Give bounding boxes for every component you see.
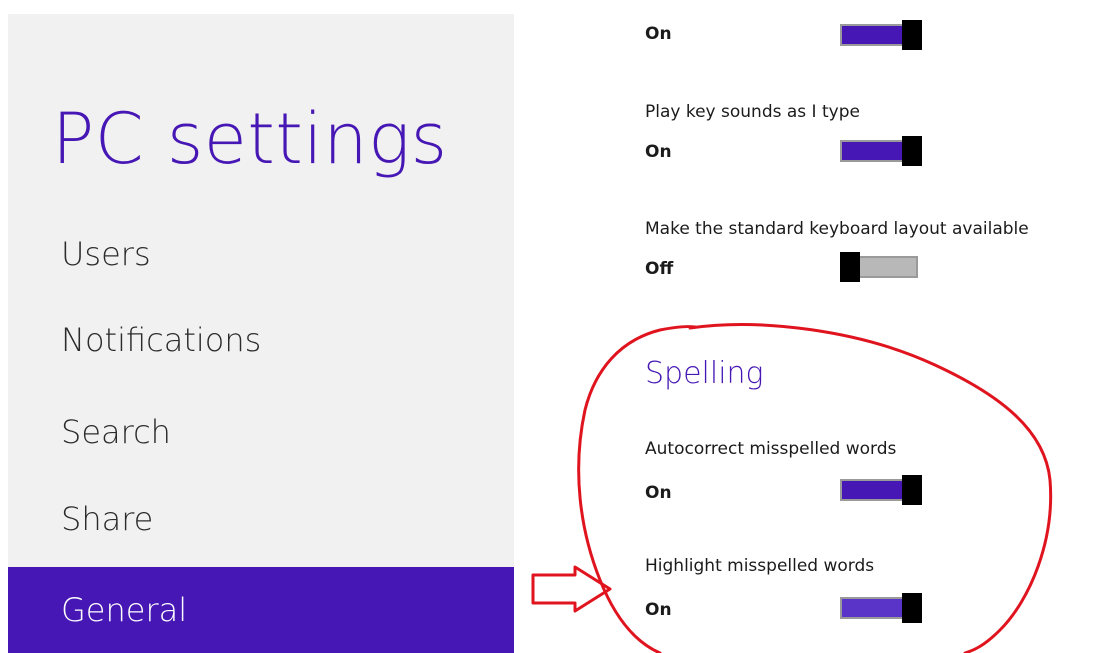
toggle-fill <box>842 481 904 499</box>
arrow-icon <box>531 565 612 613</box>
sidebar-item-label: Users <box>61 235 151 273</box>
setting-label-standard-keyboard: Make the standard keyboard layout availa… <box>645 219 1029 239</box>
toggle-fill <box>860 258 916 276</box>
sidebar-item-label: Share <box>61 500 154 538</box>
setting-label-key-sounds: Play key sounds as I type <box>645 102 860 122</box>
toggle-thumb[interactable] <box>902 475 922 505</box>
toggle-fill <box>842 142 904 160</box>
setting-state-key-sounds: On <box>645 142 672 162</box>
toggle-thumb[interactable] <box>840 252 860 282</box>
toggle-thumb[interactable] <box>902 136 922 166</box>
sidebar-item-general[interactable]: General <box>8 567 514 653</box>
toggle-autocorrect[interactable] <box>840 475 922 505</box>
toggle-fill <box>842 599 904 617</box>
toggle-standard-keyboard[interactable] <box>840 252 922 282</box>
setting-state-autocorrect: On <box>645 483 672 503</box>
toggle-highlight[interactable] <box>840 593 922 623</box>
sidebar-item-label: General <box>61 591 188 629</box>
sidebar-item-search[interactable]: Search <box>8 390 514 474</box>
section-heading-spelling: Spelling <box>645 356 764 391</box>
toggle-thumb[interactable] <box>902 20 922 50</box>
toggle-thumb[interactable] <box>902 593 922 623</box>
sidebar-item-share[interactable]: Share <box>8 477 514 561</box>
setting-state-highlight: On <box>645 600 672 620</box>
page-title: PC settings <box>52 98 448 180</box>
setting-state-standard-keyboard: Off <box>645 259 674 279</box>
toggle-key-sounds[interactable] <box>840 136 922 166</box>
toggle-top[interactable] <box>840 20 922 50</box>
setting-label-highlight: Highlight misspelled words <box>645 556 875 576</box>
setting-state-top: On <box>645 24 672 44</box>
sidebar-item-label: Search <box>61 413 171 451</box>
sidebar-item-notifications[interactable]: Notifications <box>8 298 514 382</box>
setting-label-autocorrect: Autocorrect misspelled words <box>645 439 897 459</box>
toggle-fill <box>842 26 904 44</box>
sidebar-item-users[interactable]: Users <box>8 212 514 296</box>
sidebar-item-label: Notifications <box>61 321 262 359</box>
pc-settings-window: PC settings Users Notifications Search S… <box>0 0 1114 653</box>
